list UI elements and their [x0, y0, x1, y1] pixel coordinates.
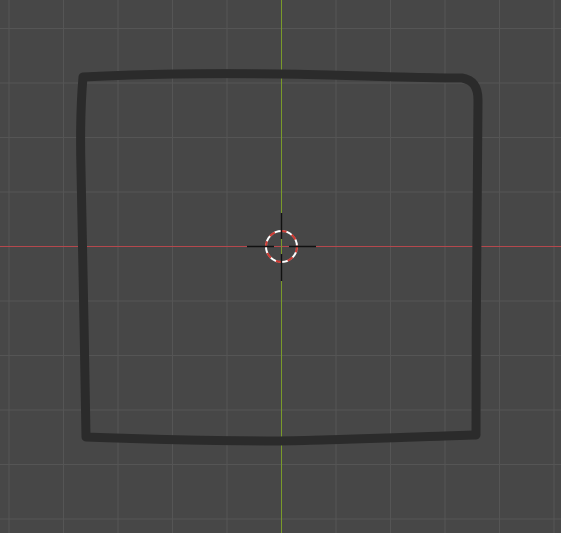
3d-viewport[interactable] — [0, 0, 561, 533]
viewport-canvas[interactable] — [0, 0, 561, 533]
